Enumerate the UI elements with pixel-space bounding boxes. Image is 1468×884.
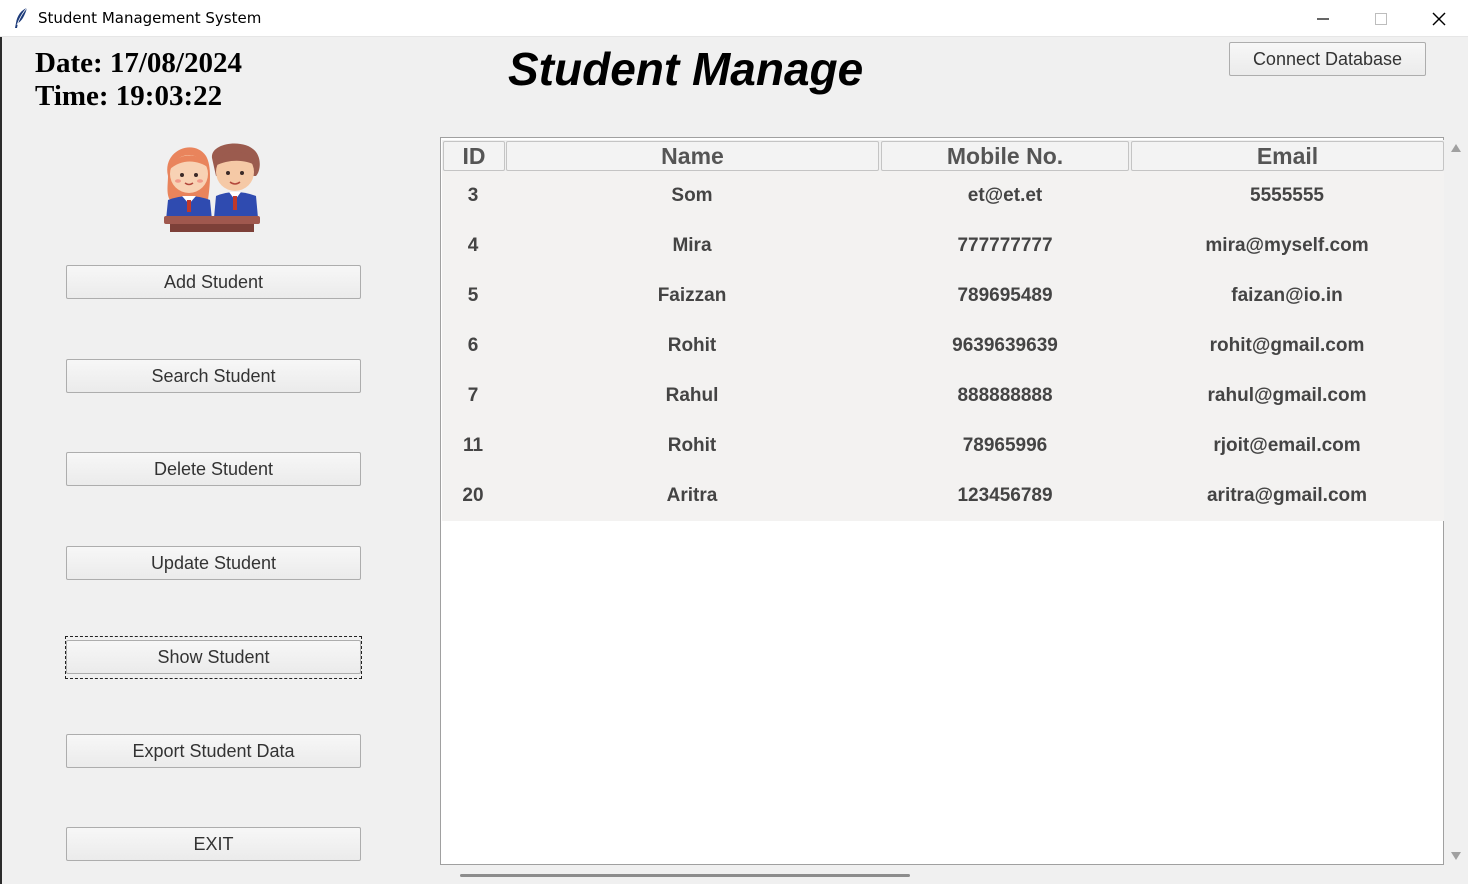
- window-left-border: [0, 37, 2, 884]
- cell-name: Faizzan: [657, 285, 727, 306]
- cell-name: Aritra: [666, 485, 718, 506]
- cell-email: faizan@io.in: [1231, 285, 1343, 306]
- cell-mobile: 888888888: [957, 385, 1053, 406]
- horizontal-scrollbar-thumb[interactable]: [460, 874, 910, 877]
- cell-name: Rahul: [665, 385, 719, 406]
- students-avatar-icon: [164, 143, 260, 232]
- cell-email: rahul@gmail.com: [1207, 385, 1367, 406]
- table-row[interactable]: 4 Mira 777777777 mira@myself.com: [442, 221, 1444, 271]
- cell-mobile: et@et.et: [967, 185, 1043, 206]
- scroll-down-arrow-icon[interactable]: [1450, 851, 1462, 861]
- close-icon: [1432, 12, 1446, 25]
- cell-id: 7: [467, 385, 479, 406]
- table-header: ID Name Mobile No. Email: [442, 140, 1444, 171]
- cell-mobile: 789695489: [957, 285, 1053, 306]
- cell-mobile: 777777777: [957, 235, 1053, 256]
- feather-icon: [15, 7, 28, 28]
- cell-id: 3: [467, 185, 479, 206]
- page-title: Student Manage: [508, 43, 864, 95]
- date-label: Date: 17/08/2024: [35, 47, 242, 79]
- time-label: Time: 19:03:22: [35, 80, 223, 112]
- cell-name: Rohit: [667, 435, 717, 456]
- table-row[interactable]: 7 Rahul 888888888 rahul@gmail.com: [442, 371, 1444, 421]
- scroll-up-arrow-icon[interactable]: [1450, 143, 1462, 153]
- cell-name: Som: [671, 185, 713, 206]
- cell-id: 6: [467, 335, 479, 356]
- delete-student-button[interactable]: Delete Student: [66, 452, 361, 486]
- add-student-button[interactable]: Add Student: [66, 265, 361, 299]
- cell-email: rohit@gmail.com: [1209, 335, 1365, 356]
- maximize-button[interactable]: [1352, 0, 1410, 37]
- window-title-bar: Student Management System: [0, 0, 1468, 37]
- cell-mobile: 78965996: [962, 435, 1048, 456]
- datetime-label: Date: 17/08/2024 Time: 19:03:22: [35, 47, 242, 113]
- cell-email: mira@myself.com: [1205, 235, 1369, 256]
- export-student-data-button[interactable]: Export Student Data: [66, 734, 361, 768]
- close-button[interactable]: [1410, 0, 1468, 37]
- connect-database-button[interactable]: Connect Database: [1229, 42, 1426, 76]
- cell-mobile: 9639639639: [952, 335, 1058, 356]
- vertical-scrollbar[interactable]: [1444, 137, 1468, 865]
- table-row[interactable]: 20 Aritra 123456789 aritra@gmail.com: [442, 471, 1444, 521]
- minimize-button[interactable]: [1294, 0, 1352, 37]
- table-row[interactable]: 6 Rohit 9639639639 rohit@gmail.com: [442, 321, 1444, 371]
- table-row[interactable]: 11 Rohit 78965996 rjoit@email.com: [442, 421, 1444, 471]
- cell-mobile: 123456789: [957, 485, 1053, 506]
- cell-id: 20: [462, 485, 484, 506]
- column-header-name[interactable]: Name: [506, 141, 879, 171]
- maximize-icon: [1375, 12, 1387, 25]
- column-header-email[interactable]: Email: [1131, 141, 1444, 171]
- minimize-icon: [1317, 17, 1329, 20]
- table-row[interactable]: 5 Faizzan 789695489 faizan@io.in: [442, 271, 1444, 321]
- cell-id: 11: [462, 435, 484, 456]
- table-row[interactable]: 3 Som et@et.et 5555555: [442, 171, 1444, 221]
- cell-id: 5: [467, 285, 479, 306]
- cell-email: aritra@gmail.com: [1206, 485, 1368, 506]
- exit-button[interactable]: EXIT: [66, 827, 361, 861]
- search-student-button[interactable]: Search Student: [66, 359, 361, 393]
- cell-name: Mira: [672, 235, 712, 256]
- cell-email: rjoit@email.com: [1213, 435, 1361, 456]
- show-student-button[interactable]: Show Student: [66, 640, 361, 674]
- window-title: Student Management System: [38, 9, 262, 27]
- column-header-mobile[interactable]: Mobile No.: [881, 141, 1129, 171]
- cell-id: 4: [467, 235, 479, 256]
- update-student-button[interactable]: Update Student: [66, 546, 361, 580]
- cell-name: Rohit: [667, 335, 717, 356]
- column-header-id[interactable]: ID: [443, 141, 505, 171]
- cell-email: 5555555: [1250, 185, 1324, 206]
- table-body: 3 Som et@et.et 5555555 4 Mira 777777777 …: [442, 171, 1444, 521]
